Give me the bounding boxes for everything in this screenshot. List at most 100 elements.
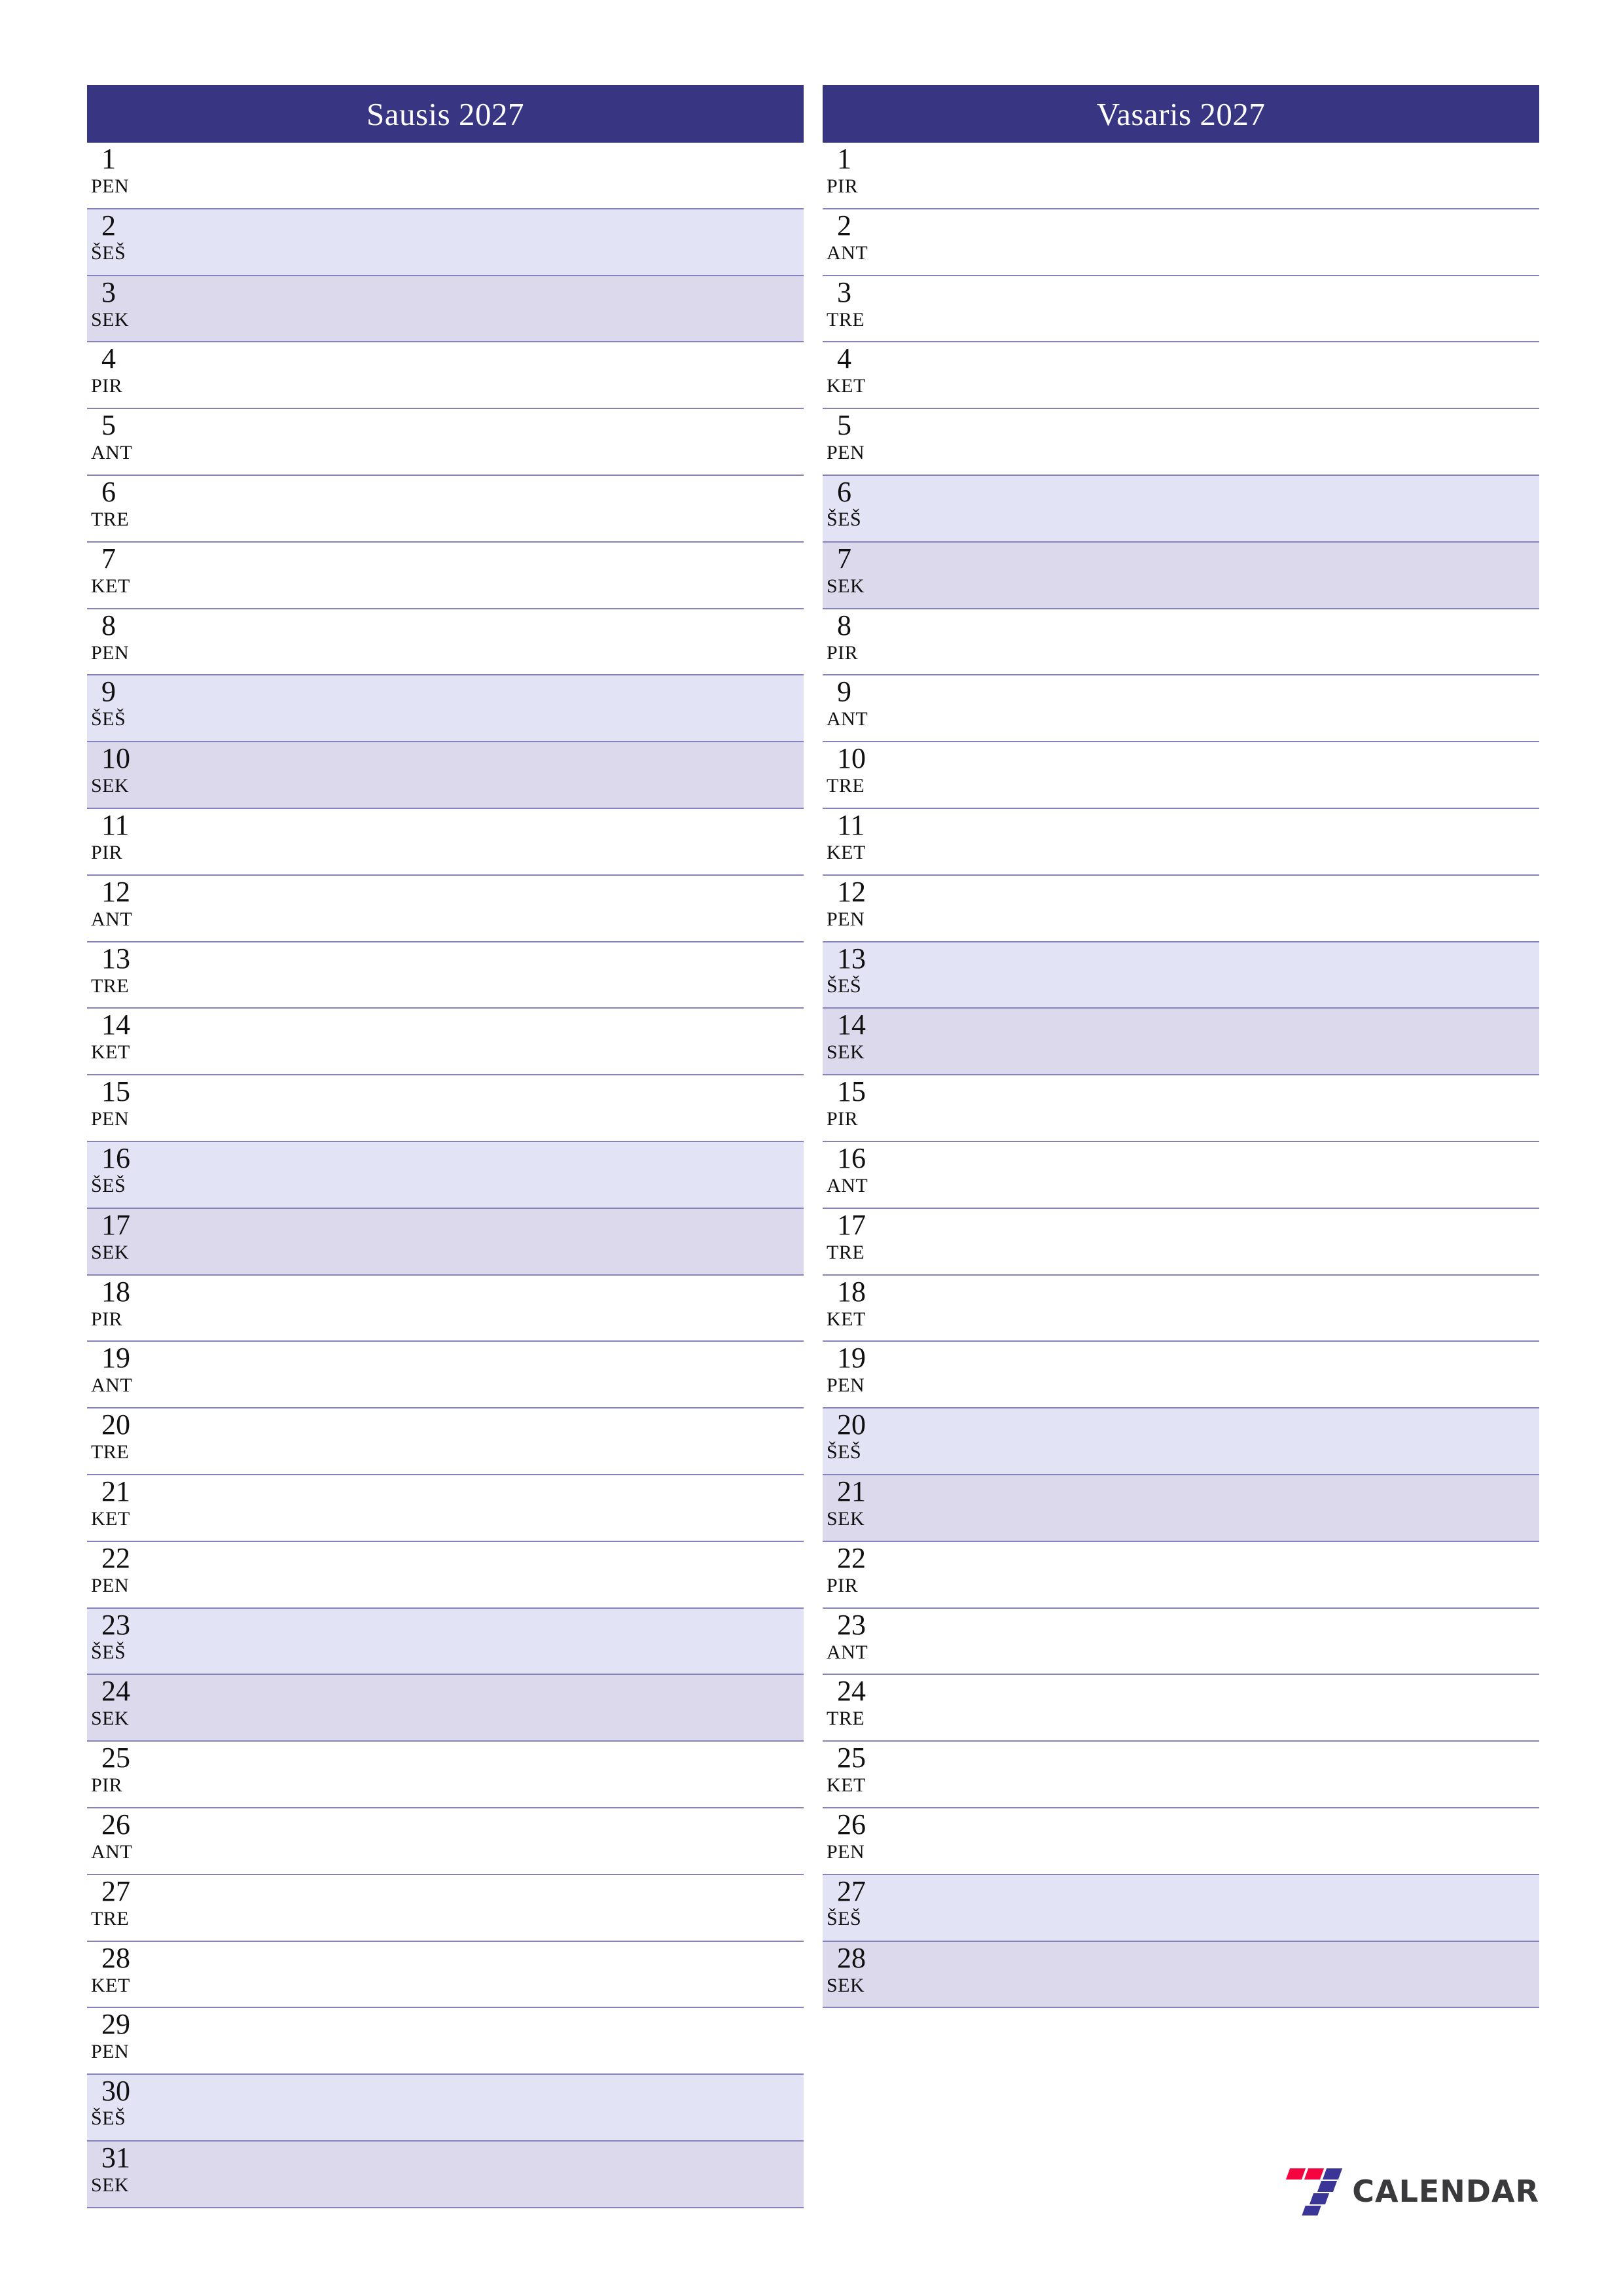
- day-row[interactable]: 14 KET: [87, 1009, 804, 1076]
- day-row[interactable]: 27 ŠEŠ: [823, 1874, 1539, 1942]
- day-row[interactable]: 12 PEN: [823, 875, 1539, 942]
- day-row[interactable]: 3 TRE: [823, 276, 1539, 343]
- day-row[interactable]: 10 SEK: [87, 742, 804, 809]
- day-row[interactable]: 11 PIR: [87, 808, 804, 876]
- day-row[interactable]: 3 SEK: [87, 276, 804, 343]
- day-number: 2: [837, 209, 851, 242]
- day-weekday-label: ŠEŠ: [827, 975, 862, 997]
- day-row[interactable]: 4 PIR: [87, 342, 804, 410]
- day-list-january: 1 PEN 2 ŠEŠ 3 SEK 4 PIR 5 ANT 6 TRE 7 KET 8 PEN 9 ŠEŠ 10 SE…: [87, 143, 804, 2208]
- day-row[interactable]: 17 TRE: [823, 1208, 1539, 1276]
- day-number: 7: [101, 542, 116, 575]
- day-weekday-label: ŠEŠ: [91, 2108, 126, 2130]
- day-row[interactable]: 6 ŠEŠ: [823, 475, 1539, 543]
- day-row[interactable]: 21 KET: [87, 1475, 804, 1542]
- day-number: 14: [837, 1009, 866, 1041]
- day-row[interactable]: 13 ŠEŠ: [823, 942, 1539, 1009]
- day-row[interactable]: 23 ŠEŠ: [87, 1608, 804, 1676]
- day-row[interactable]: 16 ANT: [823, 1141, 1539, 1209]
- day-list-february: 1 PIR 2 ANT 3 TRE 4 KET 5 PEN 6 ŠEŠ 7 SEK 8 PIR 9 ANT 10 TR…: [823, 143, 1539, 2009]
- day-row[interactable]: 28 KET: [87, 1941, 804, 2009]
- day-weekday-label: PEN: [827, 1840, 865, 1863]
- day-row[interactable]: 31 SEK: [87, 2141, 804, 2208]
- day-row[interactable]: 18 PIR: [87, 1275, 804, 1342]
- day-row[interactable]: 5 ANT: [87, 409, 804, 476]
- day-row[interactable]: 10 TRE: [823, 742, 1539, 809]
- day-weekday-label: ANT: [91, 442, 133, 464]
- day-row[interactable]: 15 PIR: [823, 1075, 1539, 1142]
- day-weekday-label: KET: [827, 1774, 866, 1797]
- day-row[interactable]: 26 ANT: [87, 1808, 804, 1875]
- day-number: 4: [101, 342, 116, 375]
- day-number: 1: [101, 143, 116, 175]
- day-number: 7: [837, 542, 851, 575]
- day-row[interactable]: 16 ŠEŠ: [87, 1141, 804, 1209]
- day-row[interactable]: 12 ANT: [87, 875, 804, 942]
- day-weekday-label: KET: [91, 575, 130, 597]
- day-row[interactable]: 24 SEK: [87, 1675, 804, 1742]
- day-row[interactable]: 18 KET: [823, 1275, 1539, 1342]
- day-row[interactable]: 9 ANT: [823, 675, 1539, 743]
- day-weekday-label: ŠEŠ: [91, 1174, 126, 1196]
- day-number: 17: [101, 1208, 130, 1241]
- day-weekday-label: ŠEŠ: [91, 1641, 126, 1663]
- day-row[interactable]: 19 PEN: [823, 1342, 1539, 1409]
- day-row[interactable]: 7 KET: [87, 542, 804, 609]
- day-number: 3: [837, 276, 851, 308]
- day-weekday-label: SEK: [91, 775, 130, 797]
- day-row[interactable]: 27 TRE: [87, 1874, 804, 1942]
- day-weekday-label: PIR: [91, 375, 123, 397]
- day-number: 12: [837, 875, 866, 908]
- day-row[interactable]: 11 KET: [823, 808, 1539, 876]
- day-row[interactable]: 23 ANT: [823, 1608, 1539, 1676]
- day-number: 8: [101, 609, 116, 641]
- day-row[interactable]: 25 KET: [823, 1742, 1539, 1808]
- day-number: 26: [101, 1808, 130, 1840]
- day-number: 15: [837, 1075, 866, 1108]
- day-number: 3: [101, 276, 116, 308]
- day-row[interactable]: 1 PEN: [87, 143, 804, 209]
- day-row[interactable]: 9 ŠEŠ: [87, 675, 804, 743]
- day-row[interactable]: 13 TRE: [87, 942, 804, 1009]
- day-row[interactable]: 2 ŠEŠ: [87, 209, 804, 276]
- day-row[interactable]: 14 SEK: [823, 1009, 1539, 1076]
- day-number: 5: [837, 409, 851, 442]
- day-row[interactable]: 30 ŠEŠ: [87, 2075, 804, 2142]
- day-row[interactable]: 15 PEN: [87, 1075, 804, 1142]
- day-row[interactable]: 22 PEN: [87, 1541, 804, 1609]
- day-row[interactable]: 21 SEK: [823, 1475, 1539, 1542]
- day-number: 22: [101, 1541, 130, 1574]
- day-number: 21: [101, 1475, 130, 1507]
- month-column-january: Sausis 2027 1 PEN 2 ŠEŠ 3 SEK 4 PIR 5 ANT 6 TRE 7 KET…: [87, 85, 804, 2212]
- day-row[interactable]: 6 TRE: [87, 475, 804, 543]
- day-weekday-label: ŠEŠ: [827, 1441, 862, 1463]
- day-row[interactable]: 1 PIR: [823, 143, 1539, 209]
- day-row[interactable]: 2 ANT: [823, 209, 1539, 276]
- day-row[interactable]: 19 ANT: [87, 1342, 804, 1409]
- day-weekday-label: SEK: [91, 2174, 130, 2196]
- day-row[interactable]: 20 TRE: [87, 1408, 804, 1475]
- day-row[interactable]: 25 PIR: [87, 1742, 804, 1808]
- month-columns: Sausis 2027 1 PEN 2 ŠEŠ 3 SEK 4 PIR 5 ANT 6 TRE 7 KET…: [87, 85, 1539, 2215]
- day-weekday-label: TRE: [827, 1708, 865, 1730]
- day-row[interactable]: 29 PEN: [87, 2008, 804, 2075]
- day-weekday-label: TRE: [91, 1441, 130, 1463]
- day-row[interactable]: 26 PEN: [823, 1808, 1539, 1875]
- day-row[interactable]: 7 SEK: [823, 542, 1539, 609]
- day-number: 23: [101, 1608, 130, 1641]
- day-row[interactable]: 22 PIR: [823, 1541, 1539, 1609]
- day-row[interactable]: 5 PEN: [823, 409, 1539, 476]
- day-number: 27: [101, 1874, 130, 1907]
- day-row[interactable]: 4 KET: [823, 342, 1539, 410]
- day-weekday-label: KET: [827, 1308, 866, 1330]
- day-row[interactable]: 24 TRE: [823, 1675, 1539, 1742]
- day-row[interactable]: 8 PIR: [823, 609, 1539, 676]
- day-number: 18: [101, 1275, 130, 1308]
- day-number: 28: [101, 1941, 130, 1974]
- day-row[interactable]: 20 ŠEŠ: [823, 1408, 1539, 1475]
- day-number: 11: [837, 808, 865, 841]
- day-weekday-label: TRE: [827, 775, 865, 797]
- day-row[interactable]: 8 PEN: [87, 609, 804, 676]
- day-row[interactable]: 28 SEK: [823, 1941, 1539, 2009]
- day-row[interactable]: 17 SEK: [87, 1208, 804, 1276]
